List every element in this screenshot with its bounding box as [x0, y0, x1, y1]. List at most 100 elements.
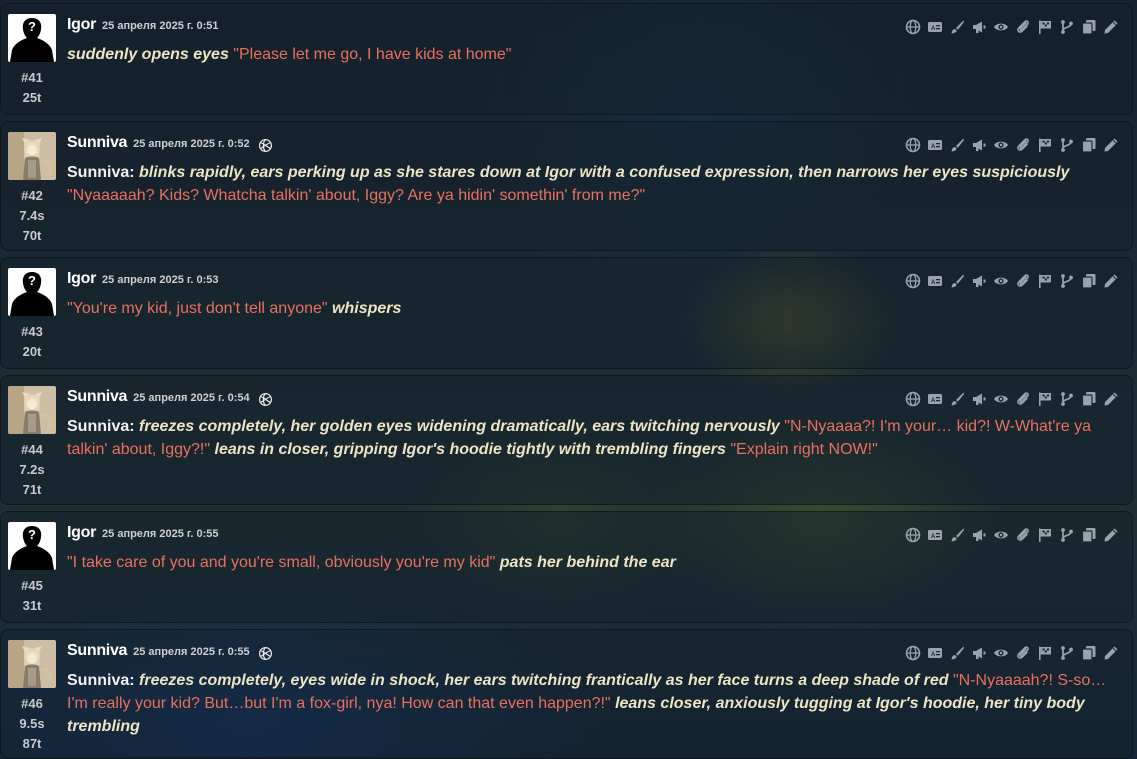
token-count: 20t — [22, 344, 42, 359]
message-index: #46 — [21, 696, 43, 711]
sender-name: Sunniva — [67, 388, 128, 405]
message-header: Igor 25 апреля 2025 г. 0:55 — [67, 524, 219, 546]
message-text: suddenly opens eyes "Please let me go, I… — [67, 43, 1107, 66]
copy-icon[interactable] — [1080, 390, 1098, 408]
megaphone-icon[interactable] — [970, 272, 988, 290]
translate-icon[interactable] — [904, 644, 922, 662]
flag-icon[interactable] — [1036, 136, 1054, 154]
avatar[interactable]: ? — [8, 522, 56, 570]
avatar[interactable] — [8, 386, 56, 434]
caption-icon[interactable]: A — [926, 390, 944, 408]
avatar[interactable]: ? — [8, 268, 56, 316]
action-text: blinks rapidly, ears perking up as she s… — [139, 164, 1070, 181]
megaphone-icon[interactable] — [970, 644, 988, 662]
paperclip-icon[interactable] — [1014, 390, 1032, 408]
chat-message: ? #41 25t Igor 25 апреля 2025 г. 0:51 Asudden… — [0, 3, 1133, 115]
openai-icon — [258, 392, 272, 406]
eye-icon[interactable] — [992, 526, 1010, 544]
branch-icon[interactable] — [1058, 18, 1076, 36]
megaphone-icon[interactable] — [970, 390, 988, 408]
avatar[interactable] — [8, 132, 56, 180]
edit-icon[interactable] — [1102, 644, 1120, 662]
copy-icon[interactable] — [1080, 18, 1098, 36]
action-text: freezes completely, her golden eyes wide… — [139, 418, 780, 435]
eye-icon[interactable] — [992, 136, 1010, 154]
edit-icon[interactable] — [1102, 18, 1120, 36]
message-index: #42 — [21, 188, 43, 203]
eye-icon[interactable] — [992, 18, 1010, 36]
svg-text:A: A — [931, 534, 936, 540]
flag-icon[interactable] — [1036, 272, 1054, 290]
avatar[interactable]: ? — [8, 14, 56, 62]
branch-icon[interactable] — [1058, 272, 1076, 290]
edit-icon[interactable] — [1102, 526, 1120, 544]
message-timestamp: 25 апреля 2025 г. 0:54 — [133, 392, 250, 404]
branch-icon[interactable] — [1058, 390, 1076, 408]
translate-icon[interactable] — [904, 390, 922, 408]
paperclip-icon[interactable] — [1014, 526, 1032, 544]
paperclip-icon[interactable] — [1014, 272, 1032, 290]
dialogue-text: "Nyaaaaah? Kids? Whatcha talkin' about, … — [67, 187, 646, 204]
paperclip-icon[interactable] — [1014, 644, 1032, 662]
svg-text:A: A — [931, 652, 936, 658]
token-count: 31t — [22, 598, 42, 613]
megaphone-icon[interactable] — [970, 526, 988, 544]
eye-icon[interactable] — [992, 644, 1010, 662]
edit-icon[interactable] — [1102, 390, 1120, 408]
megaphone-icon[interactable] — [970, 18, 988, 36]
chat-message: #44 7.2s 71t Sunniva 25 апреля 2025 г. 0:54 A… — [0, 375, 1133, 505]
avatar[interactable] — [8, 640, 56, 688]
branch-icon[interactable] — [1058, 644, 1076, 662]
action-text: pats her behind the ear — [499, 554, 676, 571]
token-count: 71t — [22, 482, 42, 497]
copy-icon[interactable] — [1080, 136, 1098, 154]
flag-icon[interactable] — [1036, 390, 1054, 408]
svg-text:?: ? — [28, 19, 36, 34]
caption-icon[interactable]: A — [926, 18, 944, 36]
caption-icon[interactable]: A — [926, 272, 944, 290]
caption-icon[interactable]: A — [926, 526, 944, 544]
message-header: Igor 25 апреля 2025 г. 0:53 — [67, 270, 219, 292]
eye-icon[interactable] — [992, 272, 1010, 290]
paperclip-icon[interactable] — [1014, 18, 1032, 36]
message-timestamp: 25 апреля 2025 г. 0:55 — [102, 528, 219, 540]
eye-icon[interactable] — [992, 390, 1010, 408]
sender-name: Igor — [67, 270, 97, 287]
copy-icon[interactable] — [1080, 526, 1098, 544]
translate-icon[interactable] — [904, 272, 922, 290]
action-text: suddenly opens eyes — [67, 46, 229, 63]
sender-name: Igor — [67, 16, 97, 33]
branch-icon[interactable] — [1058, 136, 1076, 154]
svg-text:A: A — [931, 398, 936, 404]
chat-message: #46 9.5s 87t Sunniva 25 апреля 2025 г. 0:55 A… — [0, 629, 1133, 759]
paperclip-icon[interactable] — [1014, 136, 1032, 154]
brush-icon[interactable] — [948, 18, 966, 36]
caption-icon[interactable]: A — [926, 644, 944, 662]
translate-icon[interactable] — [904, 526, 922, 544]
action-text: freezes completely, eyes wide in shock, … — [139, 672, 949, 689]
action-text: leans in closer, gripping Igor's hoodie … — [214, 441, 726, 458]
dialogue-text: "You're my kid, just don't tell anyone" — [67, 300, 333, 317]
message-timestamp: 25 апреля 2025 г. 0:53 — [102, 274, 219, 286]
branch-icon[interactable] — [1058, 526, 1076, 544]
brush-icon[interactable] — [948, 526, 966, 544]
svg-text:?: ? — [28, 273, 36, 288]
copy-icon[interactable] — [1080, 644, 1098, 662]
megaphone-icon[interactable] — [970, 136, 988, 154]
flag-icon[interactable] — [1036, 18, 1054, 36]
translate-icon[interactable] — [904, 18, 922, 36]
flag-icon[interactable] — [1036, 644, 1054, 662]
brush-icon[interactable] — [948, 390, 966, 408]
brush-icon[interactable] — [948, 136, 966, 154]
translate-icon[interactable] — [904, 136, 922, 154]
caption-icon[interactable]: A — [926, 136, 944, 154]
action-text: whispers — [332, 300, 402, 317]
brush-icon[interactable] — [948, 272, 966, 290]
message-toolbar: A — [904, 644, 1120, 662]
edit-icon[interactable] — [1102, 136, 1120, 154]
brush-icon[interactable] — [948, 644, 966, 662]
edit-icon[interactable] — [1102, 272, 1120, 290]
flag-icon[interactable] — [1036, 526, 1054, 544]
copy-icon[interactable] — [1080, 272, 1098, 290]
message-index: #45 — [21, 578, 43, 593]
